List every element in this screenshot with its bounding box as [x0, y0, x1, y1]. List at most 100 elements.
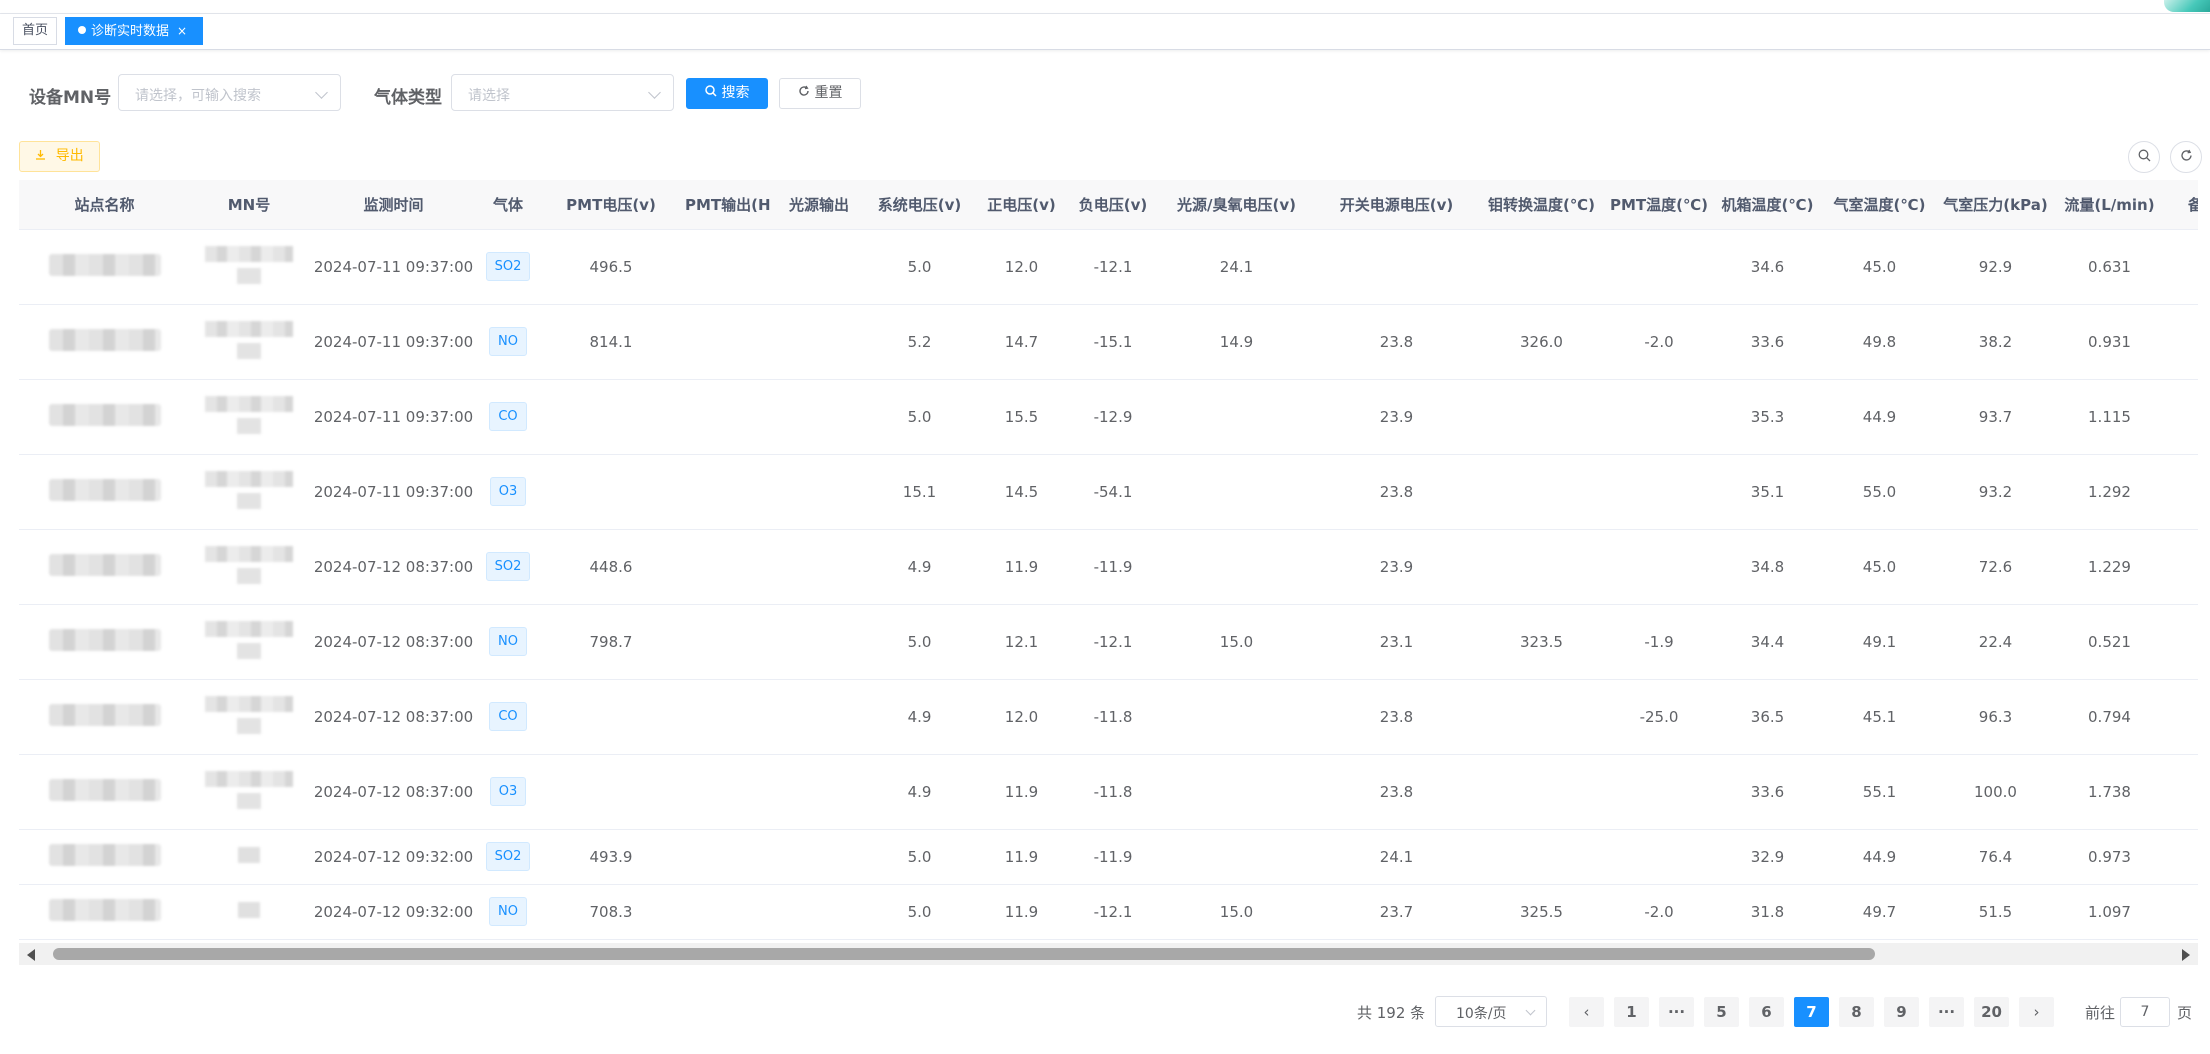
- column-header: 站点名称: [19, 180, 190, 230]
- column-header: 气室温度(℃): [1825, 180, 1934, 230]
- mn-cell: [190, 679, 308, 755]
- mn-select[interactable]: 请选择，可输入搜索: [118, 74, 341, 111]
- column-header: 光源输出: [771, 180, 867, 230]
- close-icon[interactable]: ×: [177, 18, 187, 44]
- next-page-button[interactable]: ›: [2019, 997, 2054, 1027]
- table-row[interactable]: 2024-07-12 09:32:00 NO 708.3 5.0 11.9 -12.1 15…: [19, 884, 2198, 940]
- page-button[interactable]: 9: [1884, 997, 1919, 1027]
- cell-pmt-v: 798.7: [537, 604, 685, 680]
- cell-pos-v: 14.5: [972, 454, 1071, 530]
- scroll-right-icon[interactable]: [2182, 949, 2190, 961]
- cell-box-temp: 31.8: [1710, 884, 1825, 940]
- redacted-station-name: [48, 478, 161, 501]
- cell-pmt-v: 496.5: [537, 229, 685, 305]
- search-button[interactable]: 搜索: [686, 78, 768, 109]
- scrollbar-thumb[interactable]: [53, 948, 1875, 960]
- cell-light-o3-v: 14.9: [1155, 304, 1318, 380]
- cell-box-temp: 35.1: [1710, 454, 1825, 530]
- cell-mo-temp: [1475, 754, 1608, 830]
- horizontal-scrollbar[interactable]: [19, 943, 2198, 965]
- goto-suffix: 页: [2177, 1004, 2193, 1022]
- cell-neg-v: -15.1: [1071, 304, 1155, 380]
- column-header: 光源/臭氧电压(v): [1155, 180, 1318, 230]
- cell-sys-v: 5.0: [867, 229, 972, 305]
- cell-cell-press: 92.9: [1934, 229, 2057, 305]
- cell-light-o3-v: [1155, 679, 1318, 755]
- cell-light: [771, 304, 867, 380]
- scroll-left-icon[interactable]: [27, 949, 35, 961]
- page-size-select[interactable]: 10条/页: [1435, 996, 1547, 1027]
- cell-mo-temp: [1475, 679, 1608, 755]
- cell-cell-temp: 49.7: [1825, 884, 1934, 940]
- refresh-table-button[interactable]: [2170, 141, 2202, 173]
- table-row[interactable]: 2024-07-12 08:37:00 CO 4.9 12.0 -11.8 23.8 -25…: [19, 679, 2198, 755]
- table-row[interactable]: 2024-07-12 08:37:00 NO 798.7 5.0 12.1 -12.1 15…: [19, 604, 2198, 680]
- goto-page-input[interactable]: 7: [2120, 997, 2170, 1027]
- cell-switch-v: 23.7: [1318, 884, 1475, 940]
- mn-cell: [190, 829, 308, 885]
- cell-pos-v: 12.0: [972, 229, 1071, 305]
- page-button[interactable]: 20: [1974, 997, 2009, 1027]
- avatar[interactable]: [2164, 0, 2210, 12]
- table-row[interactable]: 2024-07-11 09:37:00 NO 814.1 5.2 14.7 -15.1 14…: [19, 304, 2198, 380]
- gas-type-label: 气体类型: [374, 88, 442, 108]
- pagination-ellipsis[interactable]: ···: [1659, 997, 1694, 1027]
- refresh-icon: [2180, 149, 2193, 165]
- table-header-row: 站点名称MN号监测时间气体PMT电压(v)PMT输出(Hz)光源输出系统电压(v…: [19, 180, 2198, 230]
- column-header: PMT温度(℃): [1608, 180, 1710, 230]
- cell-pos-v: 12.1: [972, 604, 1071, 680]
- cell-cell-temp: 44.9: [1825, 379, 1934, 455]
- gas-cell: SO2: [479, 829, 537, 885]
- prev-page-button[interactable]: ‹: [1569, 997, 1604, 1027]
- cell-cell-press: 76.4: [1934, 829, 2057, 885]
- cell-box-temp: 32.9: [1710, 829, 1825, 885]
- cell-flow: 1.097: [2057, 884, 2162, 940]
- redacted-mn: [205, 770, 293, 809]
- cell-pmt-temp: [1608, 829, 1710, 885]
- table-row[interactable]: 2024-07-12 08:37:00 O3 4.9 11.9 -11.8 23.8 33.…: [19, 754, 2198, 830]
- export-button-label: 导出: [55, 148, 84, 164]
- redacted-mn: [205, 545, 293, 584]
- export-button[interactable]: 导出: [19, 141, 100, 172]
- tag-home[interactable]: 首页: [13, 17, 57, 45]
- station-name-cell: [19, 529, 190, 605]
- monitor-time-cell: 2024-07-12 08:37:00: [308, 604, 479, 680]
- cell-cell-press: 72.6: [1934, 529, 2057, 605]
- cell-cell-temp: 44.9: [1825, 829, 1934, 885]
- page-button[interactable]: 8: [1839, 997, 1874, 1027]
- cell-pmt-temp: [1608, 229, 1710, 305]
- cell-box-temp: 34.8: [1710, 529, 1825, 605]
- cell-switch-v: [1318, 229, 1475, 305]
- page-button[interactable]: 1: [1614, 997, 1649, 1027]
- pagination-ellipsis[interactable]: ···: [1929, 997, 1964, 1027]
- cell-cell-press: 22.4: [1934, 604, 2057, 680]
- cell-mo-temp: [1475, 829, 1608, 885]
- mn-label: 设备MN号: [29, 88, 112, 108]
- table-row[interactable]: 2024-07-11 09:37:00 SO2 496.5 5.0 12.0 -12.1 2…: [19, 229, 2198, 305]
- mn-cell: [190, 604, 308, 680]
- redacted-station-name: [48, 703, 161, 726]
- page-button[interactable]: 5: [1704, 997, 1739, 1027]
- cell-box-temp: 34.6: [1710, 229, 1825, 305]
- reset-button[interactable]: 重置: [779, 78, 861, 109]
- cell-switch-v: 24.1: [1318, 829, 1475, 885]
- cell-pmt-hz: [685, 884, 771, 940]
- cell-flow: 0.521: [2057, 604, 2162, 680]
- page-button[interactable]: 6: [1749, 997, 1784, 1027]
- monitor-time-cell: 2024-07-11 09:37:00: [308, 454, 479, 530]
- redacted-mn: [205, 470, 293, 509]
- cell-box-temp: 35.3: [1710, 379, 1825, 455]
- table-row[interactable]: 2024-07-12 09:32:00 SO2 493.9 5.0 11.9 -11.9 2…: [19, 829, 2198, 885]
- station-name-cell: [19, 604, 190, 680]
- goto-prefix: 前往: [2085, 1004, 2116, 1022]
- toggle-search-button[interactable]: [2128, 141, 2160, 173]
- table-row[interactable]: 2024-07-11 09:37:00 O3 15.1 14.5 -54.1 23.8 35…: [19, 454, 2198, 530]
- column-header: 监测时间: [308, 180, 479, 230]
- gas-type-select[interactable]: 请选择: [451, 74, 674, 111]
- table-row[interactable]: 2024-07-11 09:37:00 CO 5.0 15.5 -12.9 23.9 35.…: [19, 379, 2198, 455]
- cell-light: [771, 679, 867, 755]
- page-button[interactable]: 7: [1794, 997, 1829, 1027]
- tag-diagnostic-realtime[interactable]: 诊断实时数据 ×: [65, 17, 203, 45]
- cell-light: [771, 829, 867, 885]
- table-row[interactable]: 2024-07-12 08:37:00 SO2 448.6 4.9 11.9 -11.9 2…: [19, 529, 2198, 605]
